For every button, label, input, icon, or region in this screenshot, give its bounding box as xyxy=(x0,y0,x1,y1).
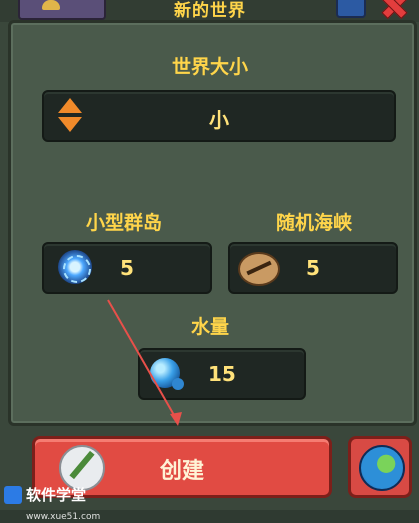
globe-icon xyxy=(359,445,405,491)
watermark-logo xyxy=(4,486,22,504)
annotation-arrow xyxy=(107,299,182,426)
watermark: 软件学堂 www.xue51.com xyxy=(26,484,100,523)
create-button-label: 创建 xyxy=(159,459,204,484)
globe-button[interactable] xyxy=(348,436,412,498)
watermark-brand: 软件学堂 xyxy=(26,486,87,504)
watermark-url: www.xue51.com xyxy=(26,512,101,522)
